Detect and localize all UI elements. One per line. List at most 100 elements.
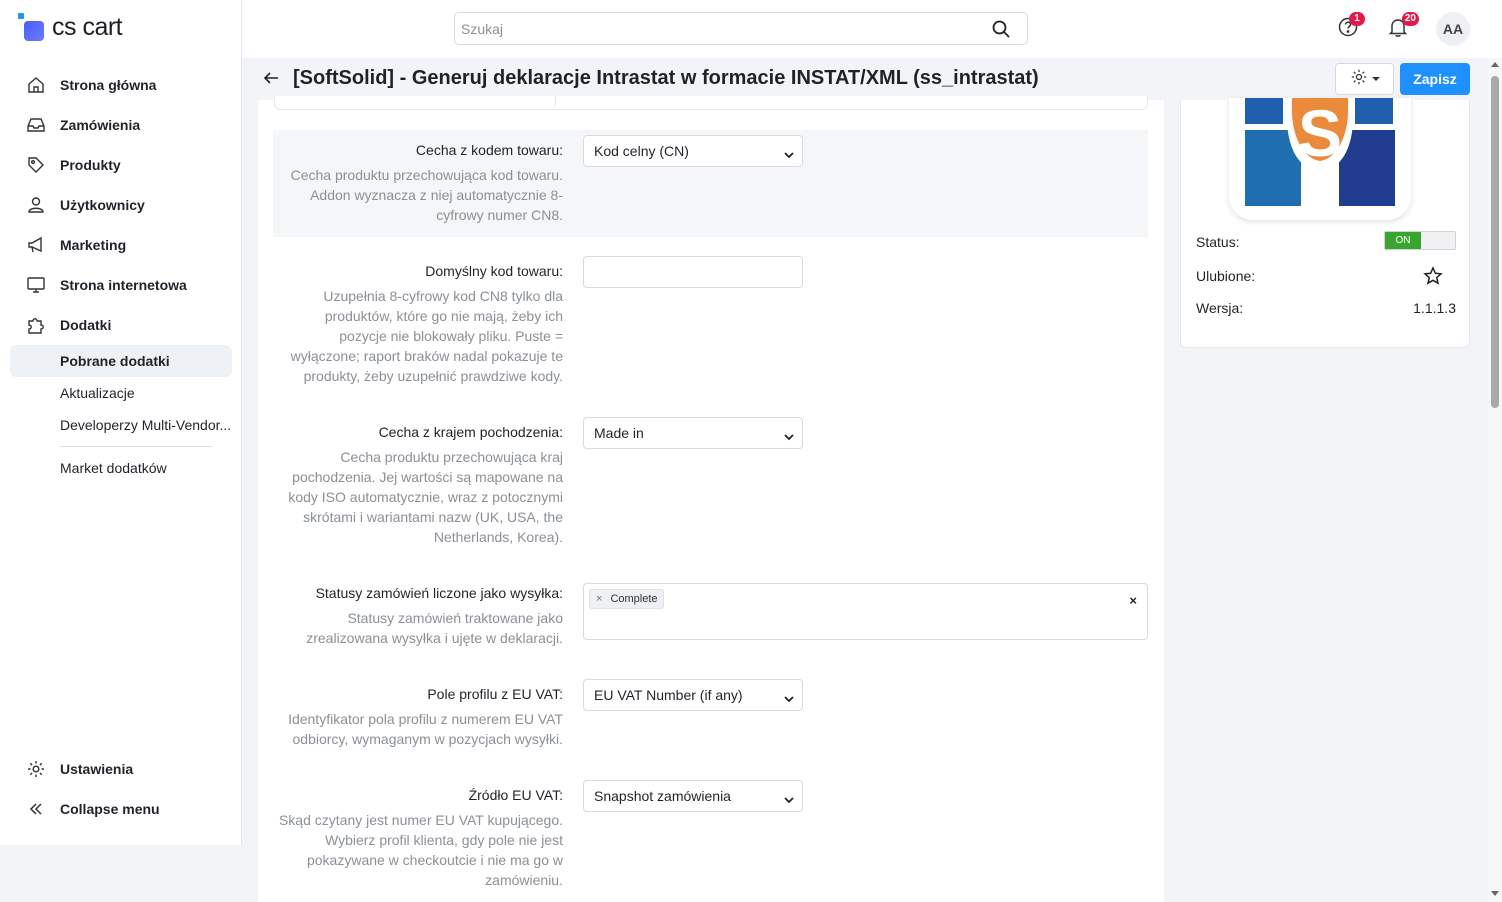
select-value: Snapshot zamówienia — [594, 788, 731, 804]
field-help: Statusy zamówień traktowane jako zrealiz… — [306, 610, 563, 646]
field-shipping-order-statuses: Statusy zamówień liczone jako wysyłka: S… — [273, 579, 1148, 659]
scroll-down-arrow-icon[interactable] — [1491, 891, 1499, 896]
status-toggle[interactable]: ON — [1384, 231, 1456, 250]
help-button[interactable]: 1 — [1333, 12, 1365, 44]
field-origin-country-feature: Cecha z krajem pochodzenia: Cecha produk… — [273, 413, 1148, 553]
sidebar-item-label: Ustawienia — [60, 761, 134, 777]
inbox-icon — [22, 111, 50, 139]
chevron-down-icon — [784, 792, 794, 808]
cs-cart-logo[interactable]: cs cart — [18, 12, 123, 42]
scroll-up-arrow-icon[interactable] — [1491, 62, 1499, 67]
eu-vat-profile-field-select[interactable]: EU VAT Number (if any) — [583, 679, 803, 711]
order-statuses-multiselect[interactable]: × Complete × — [583, 583, 1148, 640]
sidebar-item-orders[interactable]: Zamówienia — [10, 109, 232, 141]
eu-vat-source-select[interactable]: Snapshot zamówienia — [583, 780, 803, 812]
sidebar-item-marketing[interactable]: Marketing — [10, 229, 232, 261]
save-button[interactable]: Zapisz — [1400, 63, 1470, 95]
help-badge: 1 — [1349, 12, 1365, 26]
favorite-label: Ulubione: — [1196, 268, 1256, 284]
select-value: EU VAT Number (if any) — [594, 687, 743, 703]
field-eu-vat-source: Źródło EU VAT: Skąd czytany jest numer E… — [273, 777, 1148, 897]
search-icon[interactable] — [991, 19, 1011, 44]
version-value: 1.1.1.3 — [1413, 300, 1456, 316]
sidebar-item-label: Strona internetowa — [60, 277, 187, 293]
clear-all-icon[interactable]: × — [1129, 593, 1137, 608]
sidebar-divider — [60, 446, 212, 447]
notifications-badge: 20 — [1401, 12, 1419, 26]
field-label: Cecha z kodem towaru: — [415, 142, 563, 158]
sidebar-item-label: Zamówienia — [60, 117, 141, 133]
sidebar-item-addons[interactable]: Dodatki — [10, 309, 232, 341]
settings-dropdown-button[interactable] — [1335, 63, 1394, 95]
field-label: Statusy zamówień liczone jako wysyłka: — [315, 585, 563, 601]
status-row: Status: ON — [1196, 231, 1456, 250]
sidebar: cs cart Strona główna Zamówienia Produkt… — [0, 0, 242, 845]
field-help: Cecha produktu przechowująca kraj pochod… — [288, 449, 563, 545]
status-chip: × Complete — [589, 589, 664, 609]
top-bar: 1 20 AA — [242, 0, 1502, 58]
page-scrollbar[interactable] — [1488, 58, 1502, 902]
version-row: Wersja: 1.1.1.3 — [1196, 300, 1456, 316]
sidebar-item-settings[interactable]: Ustawienia — [10, 753, 232, 785]
origin-country-feature-select[interactable]: Made in — [583, 417, 803, 449]
product-code-feature-select[interactable]: Kod celny (CN) — [583, 135, 803, 167]
remove-chip-icon[interactable]: × — [596, 593, 602, 605]
sidebar-item-products[interactable]: Produkty — [10, 149, 232, 181]
addon-info-panel: S Status: ON Ulubione: Wersja: 1.1.1.3 — [1180, 98, 1470, 348]
sidebar-subitem-downloaded-addons[interactable]: Pobrane dodatki — [10, 345, 232, 377]
chevron-down-icon — [784, 691, 794, 707]
sidebar-item-label: Użytkownicy — [60, 197, 145, 213]
select-value: Made in — [594, 425, 644, 441]
brand-name: cs cart — [52, 12, 123, 41]
default-product-code-input[interactable] — [583, 256, 803, 288]
chip-label: Complete — [610, 593, 658, 605]
addon-logo: S — [1229, 98, 1411, 220]
field-help: Uzupełnia 8-cyfrowy kod CN8 tylko dla pr… — [290, 288, 563, 384]
cs-cart-logo-mark — [18, 13, 46, 41]
back-arrow-icon[interactable] — [262, 69, 280, 92]
sidebar-subitem-marketplace[interactable]: Market dodatków — [10, 452, 232, 484]
scrollbar-thumb[interactable] — [1491, 76, 1499, 408]
title-bar: [SoftSolid] - Generuj deklaracje Intrast… — [242, 58, 1488, 100]
gear-icon — [1350, 68, 1368, 91]
gear-icon — [22, 755, 50, 783]
svg-text:S: S — [1298, 98, 1342, 170]
sidebar-item-collapse[interactable]: Collapse menu — [10, 793, 232, 825]
sidebar-item-label: Collapse menu — [60, 801, 160, 817]
search-box — [454, 12, 1028, 45]
field-help: Skąd czytany jest numer EU VAT kupująceg… — [278, 812, 563, 888]
field-label: Cecha z krajem pochodzenia: — [378, 424, 563, 440]
tabs-strip — [274, 96, 1148, 110]
tab-active[interactable] — [275, 96, 556, 109]
toggle-on-state: ON — [1385, 232, 1421, 249]
field-label: Domyślny kod towaru: — [425, 263, 563, 279]
caret-down-icon — [1371, 70, 1380, 88]
megaphone-icon — [22, 231, 50, 259]
sidebar-item-label: Strona główna — [60, 77, 157, 93]
field-label: Źródło EU VAT: — [468, 787, 563, 803]
search-input[interactable] — [455, 13, 975, 44]
sidebar-item-label: Produkty — [60, 157, 121, 173]
favorite-row: Ulubione: — [1196, 266, 1456, 285]
field-help: Cecha produktu przechowująca kod towaru.… — [290, 167, 563, 223]
sidebar-item-label: Marketing — [60, 237, 127, 253]
sidebar-item-label: Dodatki — [60, 317, 112, 333]
notifications-button[interactable]: 20 — [1383, 12, 1419, 44]
avatar[interactable]: AA — [1436, 12, 1470, 46]
select-value: Kod celny (CN) — [594, 143, 689, 159]
sidebar-item-home[interactable]: Strona główna — [10, 69, 232, 101]
field-help: Identyfikator pola profilu z numerem EU … — [288, 711, 563, 747]
sidebar-subitem-updates[interactable]: Aktualizacje — [10, 377, 232, 409]
collapse-icon — [22, 795, 50, 823]
status-label: Status: — [1196, 234, 1240, 250]
version-label: Wersja: — [1196, 300, 1244, 316]
sidebar-subitem-developers[interactable]: Developerzy Multi-Vendor... — [10, 409, 232, 441]
sidebar-item-users[interactable]: Użytkownicy — [10, 189, 232, 221]
star-icon[interactable] — [1423, 266, 1443, 289]
field-label: Pole profilu z EU VAT: — [427, 686, 563, 702]
field-default-product-code: Domyślny kod towaru: Uzupełnia 8-cyfrowy… — [273, 251, 1148, 391]
page-title: [SoftSolid] - Generuj deklaracje Intrast… — [293, 67, 1039, 89]
field-eu-vat-profile-field: Pole profilu z EU VAT: Identyfikator pol… — [273, 676, 1148, 756]
field-product-code-feature: Cecha z kodem towaru: Cecha produktu prz… — [273, 130, 1148, 237]
sidebar-item-website[interactable]: Strona internetowa — [10, 269, 232, 301]
